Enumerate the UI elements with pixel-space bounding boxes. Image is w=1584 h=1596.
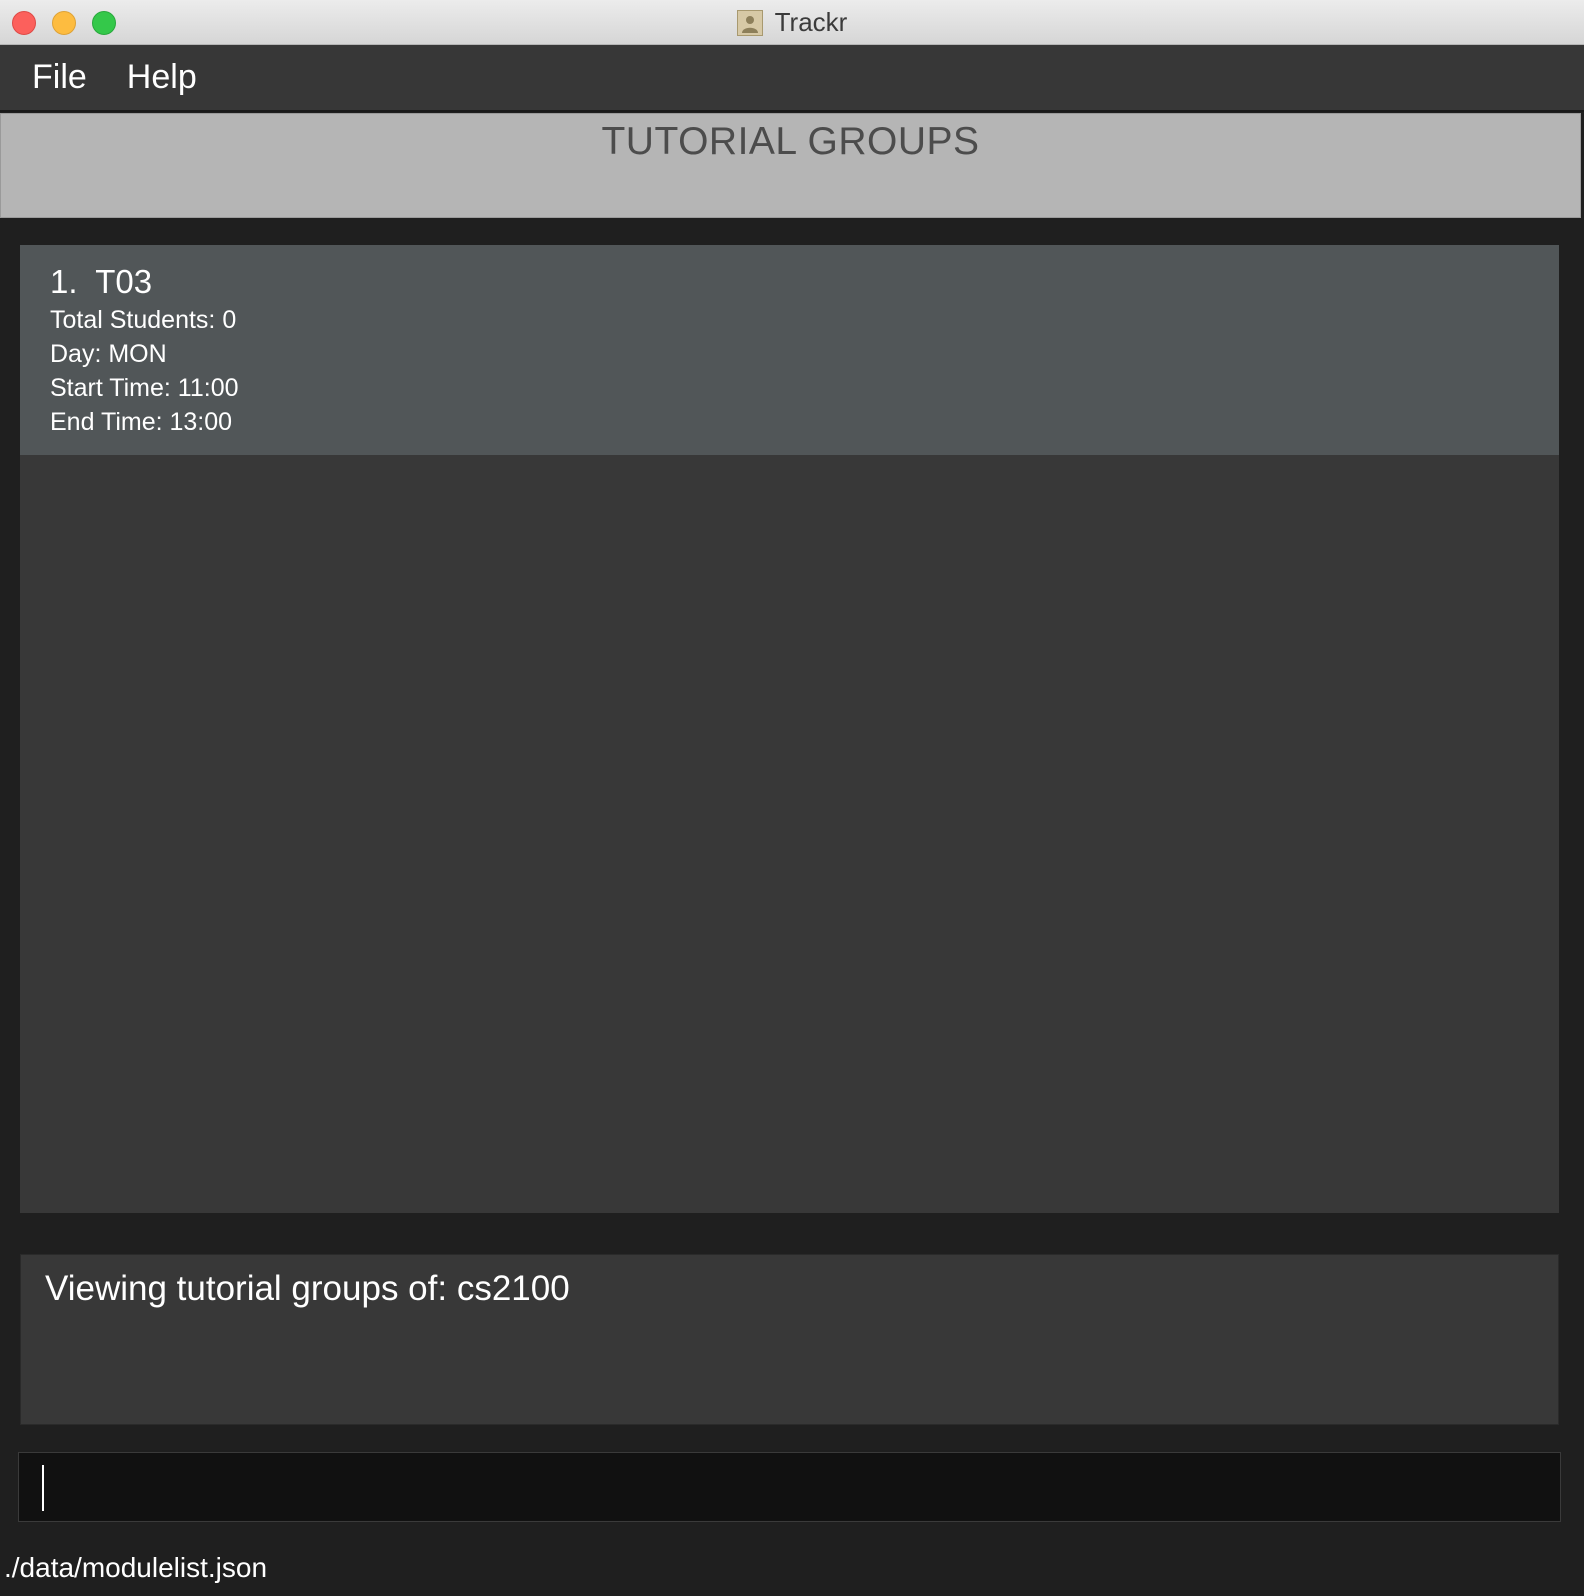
menu-file[interactable]: File bbox=[0, 58, 87, 97]
list-item-title: 1. T03 bbox=[50, 263, 153, 300]
tutorial-group-list[interactable]: 1. T03 Total Students: 0 Day: MON Start … bbox=[20, 245, 1559, 1213]
menu-bar: File Help bbox=[0, 45, 1584, 112]
result-display: Viewing tutorial groups of: cs2100 bbox=[20, 1254, 1559, 1425]
app-window: Trackr File Help TUTORIAL GROUPS 1. T03 … bbox=[0, 0, 1584, 1596]
start-time-label: Start Time: 11:00 bbox=[50, 374, 239, 402]
end-time-label: End Time: 13:00 bbox=[50, 408, 233, 436]
address-book-icon bbox=[736, 9, 763, 36]
text-caret bbox=[42, 1465, 44, 1511]
window-title-group: Trackr bbox=[0, 0, 1584, 45]
status-bar: ./data/modulelist.json bbox=[0, 1540, 1584, 1596]
save-file-path: ./data/modulelist.json bbox=[4, 1552, 268, 1583]
header-panel: TUTORIAL GROUPS bbox=[0, 113, 1581, 218]
command-input[interactable] bbox=[19, 1453, 1560, 1521]
title-bar[interactable]: Trackr bbox=[0, 0, 1584, 45]
result-message: Viewing tutorial groups of: cs2100 bbox=[45, 1269, 570, 1308]
day-label: Day: MON bbox=[50, 340, 167, 368]
page-title: TUTORIAL GROUPS bbox=[601, 120, 980, 163]
menu-help[interactable]: Help bbox=[95, 58, 197, 97]
total-students-label: Total Students: 0 bbox=[50, 306, 237, 334]
command-box[interactable] bbox=[18, 1452, 1561, 1522]
window-title: Trackr bbox=[774, 7, 848, 37]
list-item[interactable]: 1. T03 Total Students: 0 Day: MON Start … bbox=[20, 245, 1559, 455]
